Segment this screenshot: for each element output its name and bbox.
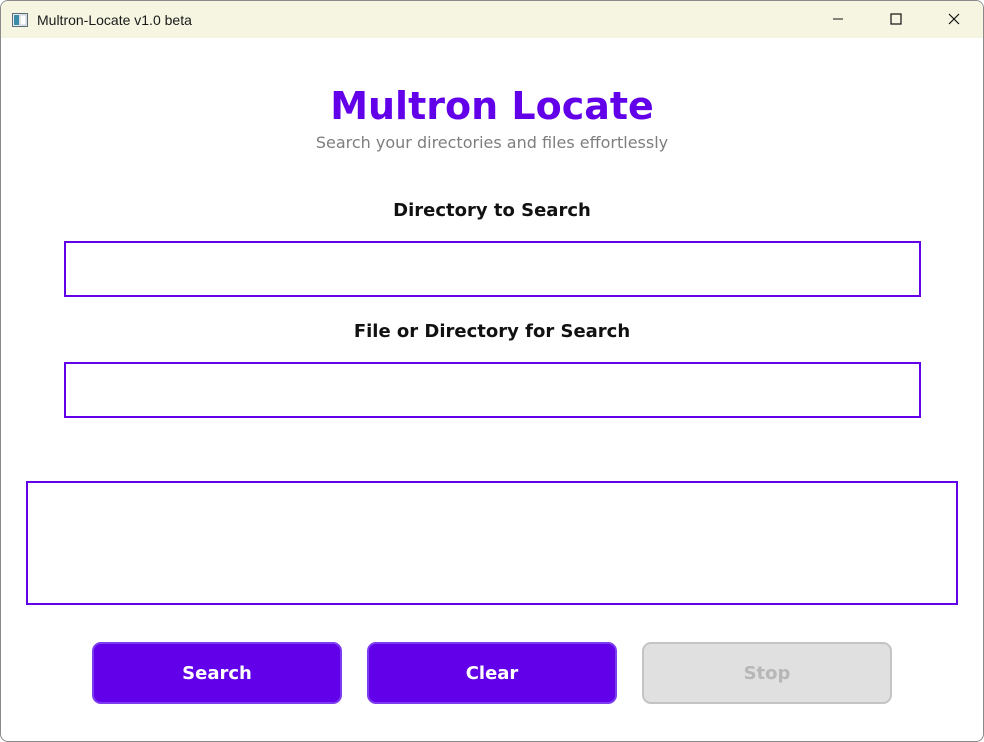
window-title: Multron-Locate v1.0 beta [37,12,192,28]
search-button[interactable]: Search [92,642,342,704]
maximize-icon [890,10,902,29]
app-window: Multron-Locate v1.0 beta Multron Locate … [0,0,984,742]
close-icon [948,10,960,29]
directory-input[interactable] [64,241,921,297]
target-label: File or Directory for Search [353,321,631,342]
clear-button[interactable]: Clear [367,642,617,704]
stop-button[interactable]: Stop [642,642,892,704]
minimize-button[interactable] [809,1,867,38]
directory-label: Directory to Search [393,200,591,221]
close-button[interactable] [925,1,983,38]
title-bar[interactable]: Multron-Locate v1.0 beta [1,1,983,38]
minimize-icon [832,10,844,29]
maximize-button[interactable] [867,1,925,38]
app-subtitle: Search your directories and files effort… [315,133,669,152]
results-output[interactable] [26,481,958,605]
app-title: Multron Locate [330,84,654,128]
app-icon [12,12,28,27]
target-input[interactable] [64,362,921,418]
